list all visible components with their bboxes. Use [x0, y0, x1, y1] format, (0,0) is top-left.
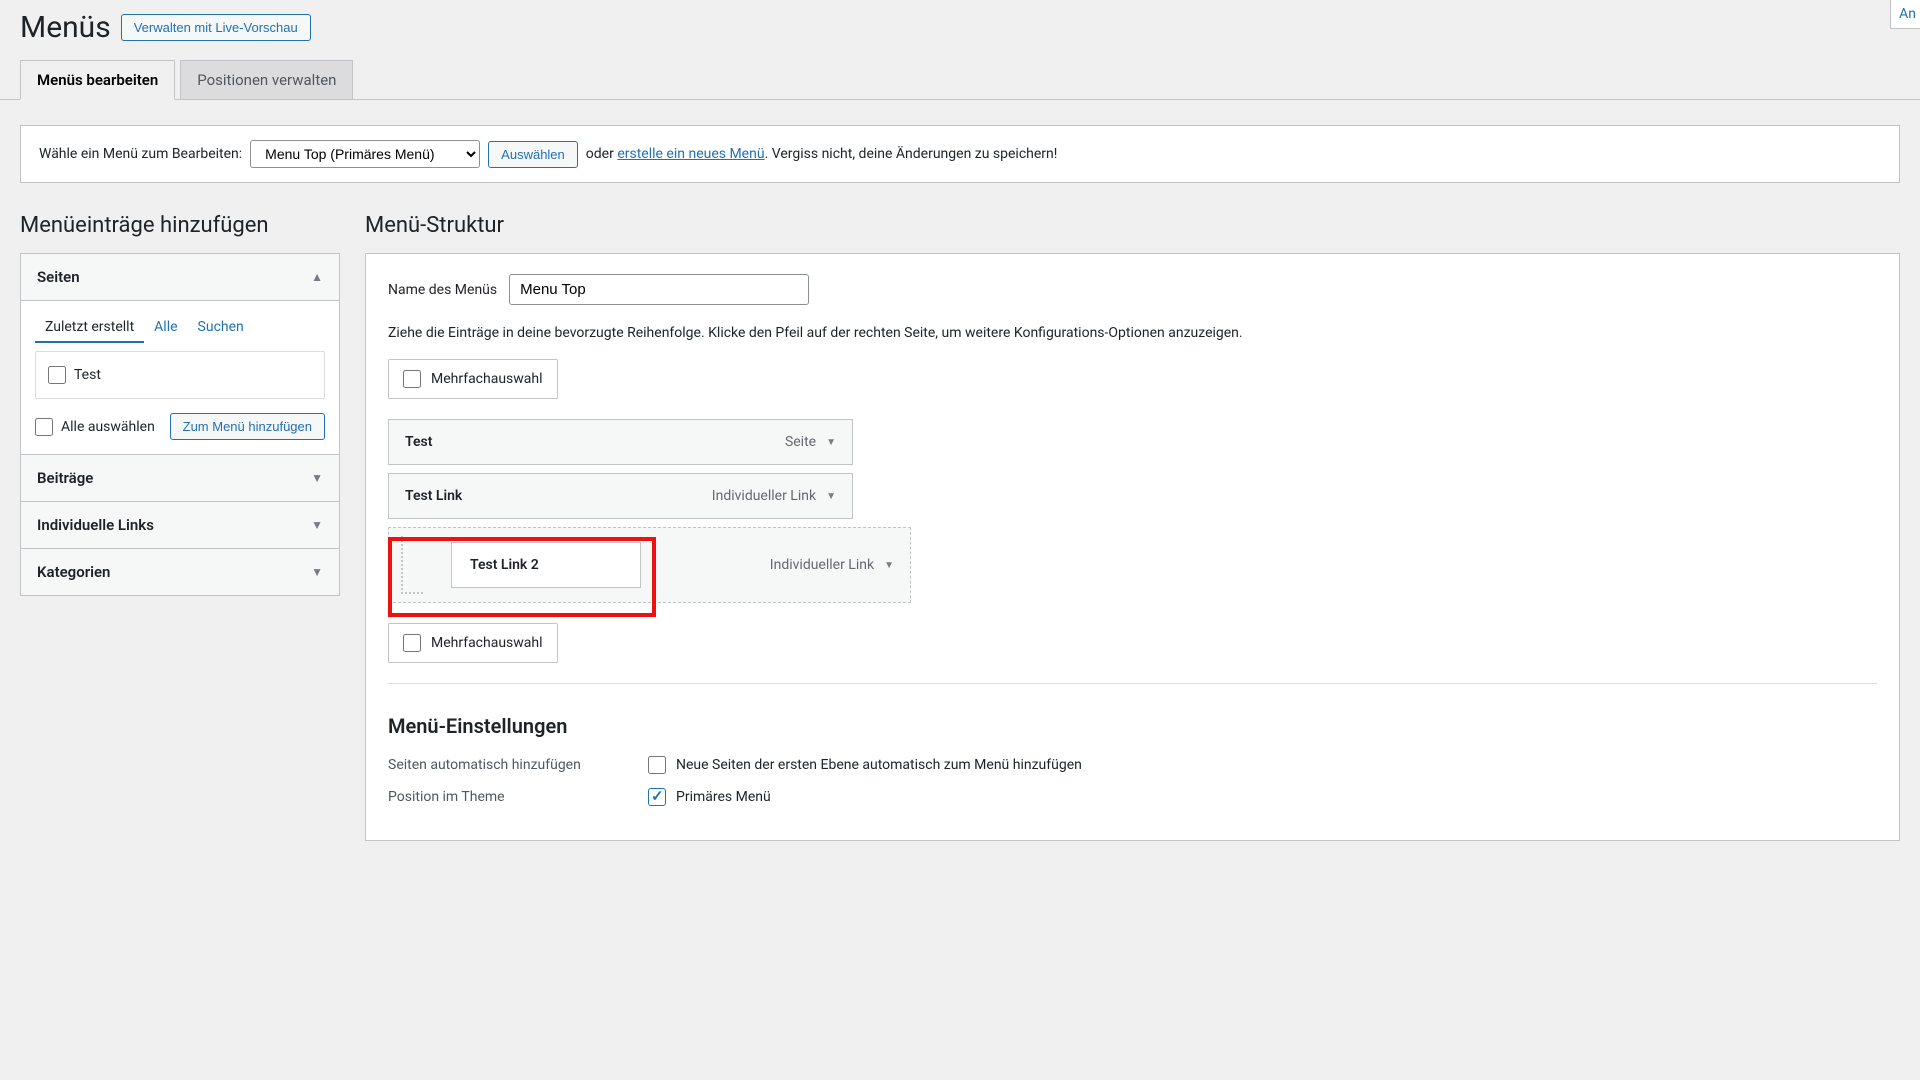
- menu-item-type: Seite ▼: [785, 434, 836, 450]
- screen-options-cut[interactable]: An: [1890, 0, 1920, 29]
- select-all-label: Alle auswählen: [61, 419, 155, 435]
- theme-position-label: Position im Theme: [388, 789, 648, 805]
- select-all-row[interactable]: Alle auswählen: [35, 414, 170, 440]
- caret-down-icon: ▼: [311, 518, 323, 532]
- multi-select-top[interactable]: Mehrfachauswahl: [388, 359, 558, 399]
- select-menu-label: Wähle ein Menü zum Bearbeiten:: [39, 146, 242, 162]
- page-title: Menüs: [20, 10, 111, 45]
- menu-name-input[interactable]: [509, 274, 809, 305]
- subtab-search[interactable]: Suchen: [188, 313, 254, 343]
- select-all-checkbox[interactable]: [35, 418, 53, 436]
- auto-add-option[interactable]: Neue Seiten der ersten Ebene automatisch…: [648, 756, 1082, 774]
- accordion-links-head[interactable]: Individuelle Links ▼: [21, 502, 339, 549]
- menu-item-label: Test Link: [405, 488, 462, 504]
- accordion-categories-head[interactable]: Kategorien ▼: [21, 549, 339, 595]
- menu-select-bar: Wähle ein Menü zum Bearbeiten: Menu Top …: [20, 125, 1900, 183]
- multi-select-checkbox[interactable]: [403, 634, 421, 652]
- live-preview-button[interactable]: Verwalten mit Live-Vorschau: [121, 14, 311, 41]
- accordion-pages-head[interactable]: Seiten ▲: [21, 254, 339, 301]
- page-item-row[interactable]: Test: [48, 362, 312, 388]
- menu-select[interactable]: Menu Top (Primäres Menü): [250, 140, 480, 168]
- add-to-menu-button[interactable]: Zum Menü hinzufügen: [170, 413, 325, 440]
- subtab-all[interactable]: Alle: [144, 313, 187, 343]
- auto-add-label: Seiten automatisch hinzufügen: [388, 757, 648, 773]
- create-new-menu-link[interactable]: erstelle ein neues Menü: [617, 146, 764, 162]
- menu-item-test[interactable]: Test Seite ▼: [388, 419, 853, 465]
- menu-item-test-link[interactable]: Test Link Individueller Link ▼: [388, 473, 853, 519]
- menu-structure-form: Name des Menüs Ziehe die Einträge in dei…: [365, 253, 1900, 841]
- select-bar-text: oder erstelle ein neues Menü. Vergiss ni…: [586, 146, 1058, 162]
- multi-select-bottom[interactable]: Mehrfachauswahl: [388, 623, 558, 663]
- add-items-accordion: Seiten ▲ Zuletzt erstellt Alle Suchen Te…: [20, 253, 340, 596]
- menu-item-label: Test: [405, 434, 432, 450]
- menu-item-test-link-2-dragging[interactable]: Test Link 2 Individueller Link ▼: [388, 527, 911, 603]
- caret-up-icon: ▲: [311, 270, 323, 284]
- menu-name-label: Name des Menüs: [388, 282, 497, 298]
- tab-manage-positions[interactable]: Positionen verwalten: [180, 60, 353, 99]
- page-item-checkbox[interactable]: [48, 366, 66, 384]
- drop-indicator-icon: [401, 536, 423, 594]
- subtab-recent[interactable]: Zuletzt erstellt: [35, 313, 144, 343]
- menu-item-label: Test Link 2: [451, 542, 641, 588]
- structure-help-text: Ziehe die Einträge in deine bevorzugte R…: [388, 325, 1877, 341]
- page-item-label: Test: [74, 367, 101, 383]
- menu-item-type: Individueller Link ▼: [712, 488, 836, 504]
- caret-down-icon[interactable]: ▼: [884, 560, 894, 571]
- tab-edit-menus[interactable]: Menüs bearbeiten: [20, 60, 175, 100]
- caret-down-icon[interactable]: ▼: [826, 491, 836, 502]
- accordion-posts-head[interactable]: Beiträge ▼: [21, 455, 339, 502]
- caret-down-icon: ▼: [311, 565, 323, 579]
- add-items-heading: Menüeinträge hinzufügen: [20, 213, 340, 238]
- caret-down-icon: ▼: [311, 471, 323, 485]
- choose-menu-button[interactable]: Auswählen: [488, 141, 578, 168]
- menu-item-type: Individueller Link ▼: [770, 557, 894, 573]
- menu-structure-heading: Menü-Struktur: [365, 213, 1900, 238]
- theme-position-primary[interactable]: Primäres Menü: [648, 788, 771, 806]
- auto-add-checkbox[interactable]: [648, 756, 666, 774]
- menu-settings-heading: Menü-Einstellungen: [388, 714, 1877, 738]
- multi-select-checkbox[interactable]: [403, 370, 421, 388]
- caret-down-icon[interactable]: ▼: [826, 437, 836, 448]
- accordion-pages-body: Zuletzt erstellt Alle Suchen Test A: [21, 301, 339, 455]
- primary-menu-checkbox[interactable]: [648, 788, 666, 806]
